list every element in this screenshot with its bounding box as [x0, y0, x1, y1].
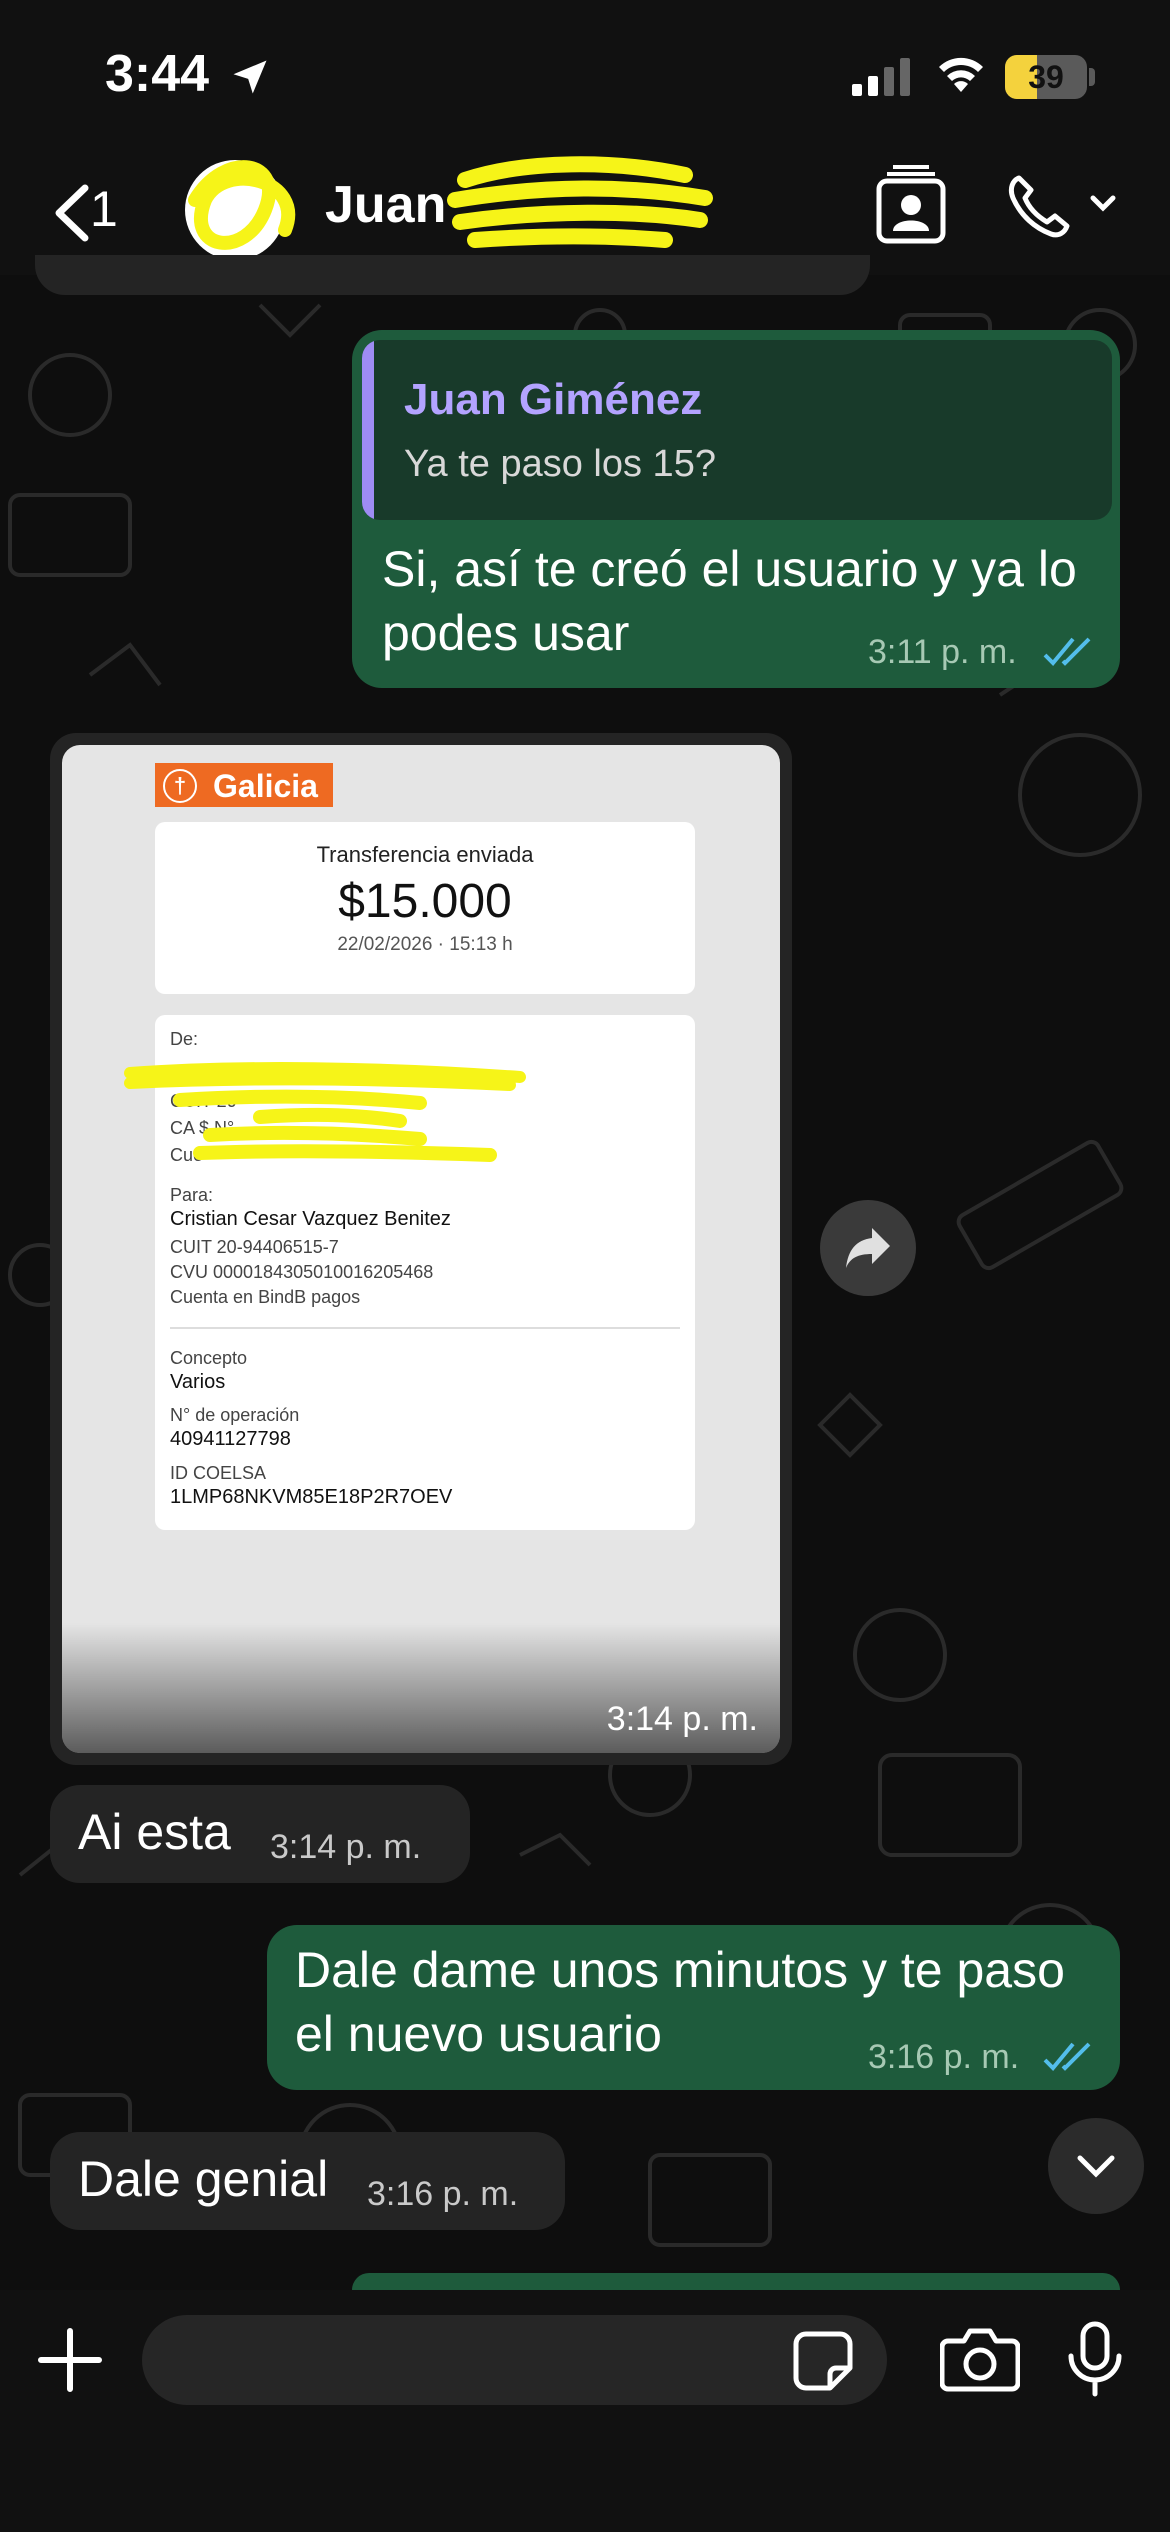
concept-value: Varios: [170, 1371, 226, 1393]
message-line: Si, así te creó el usuario y ya lo: [382, 541, 1077, 597]
quoted-text: Ya te paso los 15?: [404, 443, 716, 485]
transfer-details-card: De: CUIT 20 CA $ N° Cue Para: Cristian C…: [124, 1015, 695, 1530]
to-cvu: CVU 0000184305010016205468: [170, 1262, 434, 1282]
to-label: Para:: [170, 1185, 214, 1205]
coelsa-label: ID COELSA: [170, 1463, 267, 1483]
read-receipt-icon: [1043, 2042, 1091, 2071]
cellular-signal-icon: [852, 58, 910, 96]
quote-accent-bar: [362, 340, 374, 520]
quoted-author: Juan Giménez: [404, 375, 703, 424]
partial-message-bubble: [35, 255, 870, 295]
forward-arrow-icon: [846, 1228, 890, 1268]
bank-name: Galicia: [213, 768, 318, 804]
to-name: Cristian Cesar Vazquez Benitez: [170, 1208, 451, 1230]
forward-button[interactable]: [820, 1200, 916, 1296]
battery-percent: 39: [1028, 59, 1064, 95]
chevron-down-icon: [1077, 2155, 1115, 2178]
operation-value: 40941127798: [170, 1428, 291, 1450]
message-text: Dale genial: [78, 2151, 329, 2207]
redaction-scribble: [188, 156, 713, 250]
to-cuit: CUIT 20-94406515-7: [170, 1237, 339, 1257]
microphone-icon[interactable]: [1065, 2320, 1125, 2400]
message-time: 3:16 p. m.: [868, 2038, 1020, 2076]
transfer-summary-card: Transferencia enviada $15.000 22/02/2026…: [155, 822, 695, 994]
divider: [170, 1327, 680, 1329]
transfer-title: Transferencia enviada: [316, 842, 534, 867]
contact-card-icon[interactable]: [875, 165, 947, 245]
to-account: Cuenta en BindB pagos: [170, 1287, 361, 1307]
status-time: 3:44: [105, 45, 210, 103]
message-line: Dale dame unos minutos y te paso: [295, 1942, 1065, 1998]
concept-label: Concepto: [170, 1348, 248, 1368]
message-time: 3:14 p. m.: [270, 1828, 422, 1866]
scroll-to-bottom-button[interactable]: [1048, 2118, 1144, 2214]
camera-icon[interactable]: [940, 2325, 1020, 2393]
receipt-image[interactable]: † Galicia Transferencia enviada $15.000 …: [62, 745, 780, 1753]
message-text: Ai esta: [78, 1804, 231, 1860]
galicia-cross-icon: †: [163, 769, 197, 803]
from-label: De:: [170, 1029, 199, 1049]
status-bar: 3:44 39: [0, 0, 1170, 150]
battery-tip: [1089, 68, 1095, 86]
attach-plus-button[interactable]: [35, 2325, 105, 2395]
operation-label: N° de operación: [170, 1405, 300, 1425]
quoted-message[interactable]: Juan Giménez Ya te paso los 15?: [362, 340, 1112, 520]
image-time: 3:14 p. m.: [606, 1700, 758, 1738]
redaction-scribble: [124, 1062, 526, 1162]
location-arrow-icon: [233, 60, 267, 94]
message-input[interactable]: [142, 2315, 887, 2405]
sticker-icon[interactable]: [792, 2330, 854, 2392]
galicia-logo: † Galicia: [155, 763, 333, 807]
read-receipt-icon: [1043, 637, 1091, 666]
transfer-amount: $15.000: [338, 875, 512, 928]
battery-indicator: 39: [1005, 55, 1087, 99]
partial-message-bubble: [352, 2273, 1120, 2290]
call-button[interactable]: [1005, 170, 1125, 242]
wifi-icon: [939, 57, 983, 92]
unread-count[interactable]: 1: [90, 180, 118, 238]
message-time: 3:11 p. m.: [868, 633, 1017, 671]
message-time: 3:16 p. m.: [367, 2175, 519, 2213]
transfer-datetime: 22/02/2026 · 15:13 h: [337, 934, 513, 955]
coelsa-value: 1LMP68NKVM85E18P2R7OEV: [170, 1486, 453, 1508]
